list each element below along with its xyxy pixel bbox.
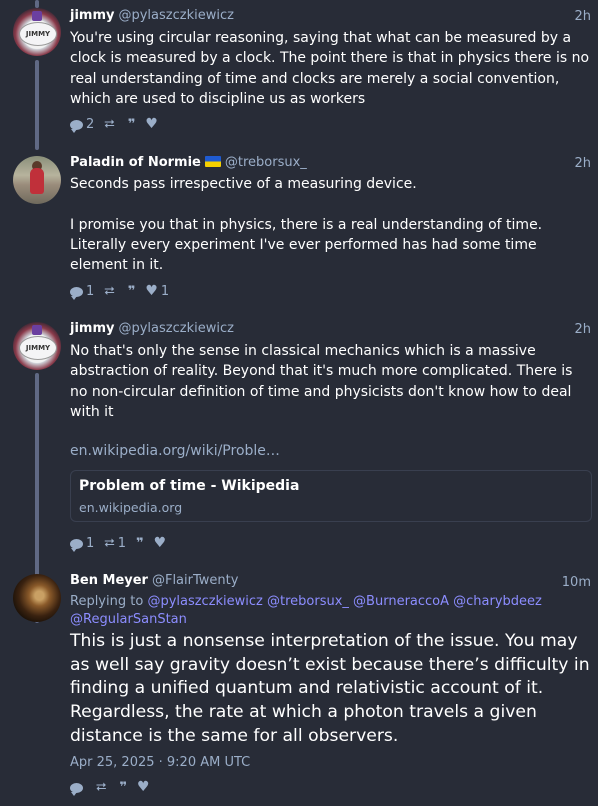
heart-icon: ♥: [137, 779, 150, 795]
handle[interactable]: @pylaszczkiewicz: [118, 321, 233, 336]
boost-count: 1: [117, 536, 126, 551]
reply-bubble-icon: [70, 538, 83, 552]
avatar[interactable]: [13, 574, 61, 622]
display-name[interactable]: jimmy @pylaszczkiewicz: [70, 321, 234, 336]
boost-arrows-icon: ⮂: [104, 536, 115, 551]
boost-button[interactable]: ⮂: [104, 118, 117, 131]
reply-bubble-icon: [70, 286, 83, 300]
post-actions: 1 ⮂ 1 ❞ ♥: [70, 535, 170, 552]
replying-to: Replying to @pylaszczkiewicz @treborsux_…: [70, 593, 590, 629]
timestamp[interactable]: 2h: [574, 322, 591, 337]
quote-button[interactable]: ❞: [136, 537, 144, 550]
reply-count: 1: [86, 536, 95, 551]
post-body: No that's only the sense in classical me…: [70, 343, 573, 420]
avatar-ball-image: JIMMY: [19, 22, 57, 46]
card-url: en.wikipedia.org: [79, 500, 183, 515]
display-name-text: jimmy: [70, 321, 115, 336]
timestamp[interactable]: 2h: [574, 9, 591, 24]
post-body: This is just a nonsense interpretation o…: [70, 631, 590, 746]
avatar-decoration: [32, 11, 42, 21]
favorite-button[interactable]: ♥: [137, 779, 153, 795]
post-actions: 2 ⮂ ❞ ♥: [70, 116, 161, 133]
post-date[interactable]: Apr 25, 2025 · 9:20 AM UTC: [70, 755, 250, 770]
display-name[interactable]: Ben Meyer @FlairTwenty: [70, 573, 238, 588]
boost-arrows-icon: ⮂: [104, 117, 115, 132]
display-name-text: jimmy: [70, 8, 115, 23]
boost-arrows-icon: ⮂: [96, 780, 107, 795]
reply-count: 1: [86, 284, 95, 299]
display-name[interactable]: Paladin of Normie @treborsux_: [70, 155, 307, 170]
post-body: Seconds pass irrespective of a measuring…: [70, 176, 543, 274]
heart-icon: ♥: [145, 283, 158, 299]
post-link[interactable]: en.wikipedia.org/wiki/Proble…: [70, 443, 280, 459]
reply-bubble-icon: [70, 119, 83, 133]
quote-icon: ❞: [119, 780, 128, 795]
quote-icon: ❞: [135, 536, 144, 551]
card-title: Problem of time - Wikipedia: [79, 478, 300, 494]
boost-button[interactable]: ⮂ 1: [104, 536, 126, 551]
display-name-text: Ben Meyer: [70, 573, 148, 588]
avatar-ball-image: JIMMY: [19, 336, 57, 360]
heart-icon: ♥: [153, 535, 167, 551]
post-actions: 1 ⮂ ❞ ♥ 1: [70, 284, 169, 300]
reply-button[interactable]: 2: [70, 117, 95, 133]
heart-icon: ♥: [145, 116, 158, 132]
thread: JIMMY jimmy @pylaszczkiewicz 2h You're us…: [0, 0, 598, 806]
reply-button[interactable]: 1: [70, 284, 95, 300]
favorite-button[interactable]: ♥: [145, 116, 161, 132]
fav-count: 1: [160, 284, 170, 299]
ukraine-flag-icon: [204, 156, 221, 167]
handle[interactable]: @FlairTwenty: [152, 573, 238, 588]
quote-button[interactable]: ❞: [128, 118, 136, 131]
thread-line: [35, 60, 39, 150]
quote-button[interactable]: ❞: [119, 781, 127, 794]
avatar-figure: [30, 168, 44, 194]
avatar[interactable]: [13, 156, 61, 204]
timestamp[interactable]: 10m: [562, 575, 591, 590]
avatar[interactable]: JIMMY: [13, 322, 61, 370]
boost-arrows-icon: ⮂: [104, 284, 115, 299]
quote-icon: ❞: [127, 117, 136, 132]
boost-button[interactable]: ⮂: [96, 781, 109, 794]
reply-button[interactable]: [70, 782, 86, 796]
reply-button[interactable]: 1: [70, 536, 95, 552]
avatar[interactable]: JIMMY: [13, 8, 61, 56]
reply-count: 2: [86, 117, 95, 132]
display-name-text: Paladin of Normie: [70, 155, 201, 170]
handle[interactable]: @treborsux_: [225, 155, 307, 170]
timestamp[interactable]: 2h: [574, 156, 591, 171]
favorite-button[interactable]: ♥: [153, 535, 170, 551]
post-body: You're using circular reasoning, saying …: [70, 30, 590, 107]
avatar-decoration: [32, 325, 42, 335]
handle[interactable]: @pylaszczkiewicz: [118, 8, 233, 23]
quote-icon: ❞: [127, 284, 136, 299]
post-actions: ⮂ ❞ ♥: [70, 779, 153, 796]
replying-prefix: Replying to: [70, 594, 144, 609]
boost-button[interactable]: ⮂: [104, 285, 117, 298]
thread-line: [35, 0, 39, 8]
quote-button[interactable]: ❞: [128, 285, 136, 298]
reply-bubble-icon: [70, 782, 83, 796]
link-preview-card[interactable]: Problem of time - Wikipedia en.wikipedia…: [70, 470, 592, 522]
favorite-button[interactable]: ♥ 1: [145, 284, 169, 299]
display-name[interactable]: jimmy @pylaszczkiewicz: [70, 8, 234, 23]
